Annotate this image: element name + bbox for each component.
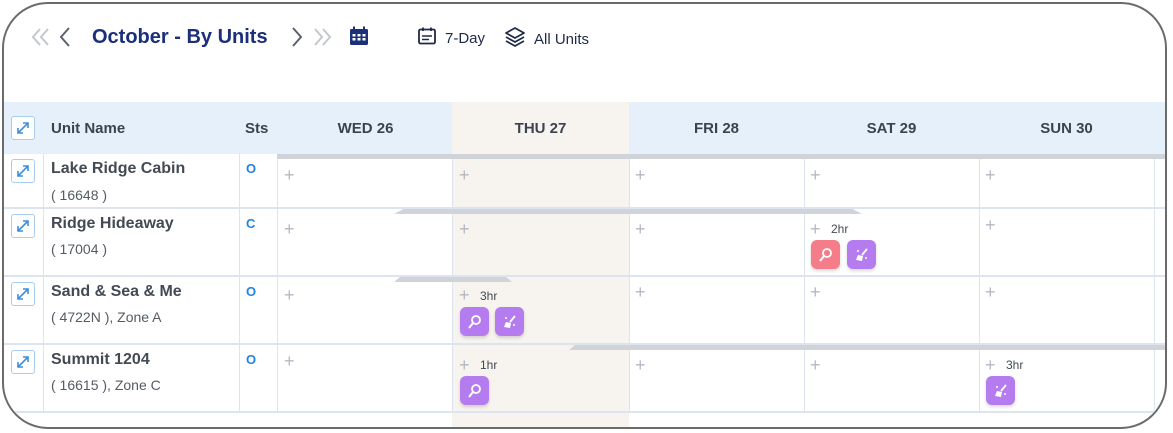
unit-id: ( 16648 ) <box>51 187 108 203</box>
task-duration: 3hr <box>1006 358 1024 372</box>
unit-name[interactable]: Lake Ridge Cabin <box>51 160 185 178</box>
unit-row: Sand & Sea & Me ( 4722N ), Zone A O + + … <box>4 277 1165 343</box>
unit-status: O <box>246 352 257 367</box>
unit-row: Lake Ridge Cabin ( 16648 ) O + + + + + <box>4 154 1165 207</box>
expand-row-icon[interactable] <box>11 159 35 183</box>
cleaning-icon <box>855 247 868 261</box>
row-divider <box>4 411 1165 413</box>
cleaning-task-chip[interactable] <box>495 307 524 336</box>
day-header-thu: THU 27 <box>452 102 629 154</box>
unit-status: O <box>246 161 257 176</box>
unit-status: C <box>246 216 256 231</box>
day-header-sun: SUN 30 <box>1040 119 1093 137</box>
add-task-icon[interactable]: + <box>985 356 996 374</box>
add-task-icon[interactable]: + <box>459 220 470 238</box>
add-task-icon[interactable]: + <box>284 166 295 184</box>
add-task-icon[interactable]: + <box>985 283 996 301</box>
unit-name[interactable]: Sand & Sea & Me <box>51 283 182 301</box>
add-task-icon[interactable]: + <box>284 286 295 304</box>
day-header-wed: WED 26 <box>337 119 394 137</box>
page-title: October - By Units <box>92 26 268 48</box>
inspection-icon <box>467 383 481 398</box>
add-task-icon[interactable]: + <box>985 166 996 184</box>
week-calendar-icon <box>417 26 437 50</box>
app-window: October - By Units 7-Day All Units Unit … <box>2 2 1167 429</box>
unit-name[interactable]: Ridge Hideaway <box>51 215 174 233</box>
cleaning-icon <box>503 314 516 328</box>
all-units-button[interactable]: All Units <box>504 26 589 52</box>
expand-row-icon[interactable] <box>11 214 35 238</box>
add-task-icon[interactable]: + <box>810 220 821 238</box>
cleaning-task-chip[interactable] <box>847 240 876 269</box>
add-task-icon[interactable]: + <box>459 356 470 374</box>
unit-status: O <box>246 284 257 299</box>
inspection-task-chip[interactable] <box>811 240 840 269</box>
unit-row: Summit 1204 ( 16615 ), Zone C O + + 1hr … <box>4 345 1165 411</box>
task-duration: 3hr <box>480 289 498 303</box>
add-task-icon[interactable]: + <box>635 356 646 374</box>
expand-row-icon[interactable] <box>11 282 35 306</box>
add-task-icon[interactable]: + <box>985 216 996 234</box>
expand-all-icon[interactable] <box>11 116 35 140</box>
add-task-icon[interactable]: + <box>635 166 646 184</box>
double-chevron-left-icon[interactable] <box>30 26 52 48</box>
task-duration: 2hr <box>831 222 849 236</box>
inspection-icon <box>467 314 481 329</box>
unit-row: Ridge Hideaway ( 17004 ) C + + + + 2hr + <box>4 209 1165 275</box>
add-task-icon[interactable]: + <box>810 283 821 301</box>
unit-id: ( 4722N ), Zone A <box>51 309 162 325</box>
add-task-icon[interactable]: + <box>810 356 821 374</box>
add-task-icon[interactable]: + <box>635 220 646 238</box>
unit-name[interactable]: Summit 1204 <box>51 351 150 369</box>
cleaning-task-chip[interactable] <box>986 376 1015 405</box>
unit-id: ( 16615 ), Zone C <box>51 377 161 393</box>
inspection-task-chip[interactable] <box>460 307 489 336</box>
inspection-task-chip[interactable] <box>460 376 489 405</box>
toolbar: October - By Units 7-Day All Units <box>4 4 1165 74</box>
add-task-icon[interactable]: + <box>635 283 646 301</box>
add-task-icon[interactable]: + <box>284 220 295 238</box>
view-7day-label: 7-Day <box>445 29 486 47</box>
task-duration: 1hr <box>480 358 498 372</box>
layers-icon <box>504 26 526 52</box>
view-7day-button[interactable]: 7-Day <box>417 26 485 50</box>
calendar-icon[interactable] <box>349 26 369 51</box>
add-task-icon[interactable]: + <box>459 166 470 184</box>
day-header-sat: SAT 29 <box>866 119 917 137</box>
add-task-icon[interactable]: + <box>810 166 821 184</box>
all-units-label: All Units <box>534 30 590 48</box>
add-task-icon[interactable]: + <box>459 286 470 304</box>
column-header-status[interactable]: Sts <box>245 102 281 154</box>
double-chevron-right-icon[interactable] <box>311 26 333 48</box>
expand-row-icon[interactable] <box>11 350 35 374</box>
chevron-left-icon[interactable] <box>58 26 72 48</box>
column-header-unit-name[interactable]: Unit Name <box>51 102 241 154</box>
add-task-icon[interactable]: + <box>284 352 295 370</box>
day-header-fri: FRI 28 <box>693 119 739 137</box>
chevron-right-icon[interactable] <box>290 26 304 48</box>
inspection-icon <box>818 247 832 262</box>
unit-id: ( 17004 ) <box>51 241 108 257</box>
cleaning-icon <box>994 383 1007 397</box>
